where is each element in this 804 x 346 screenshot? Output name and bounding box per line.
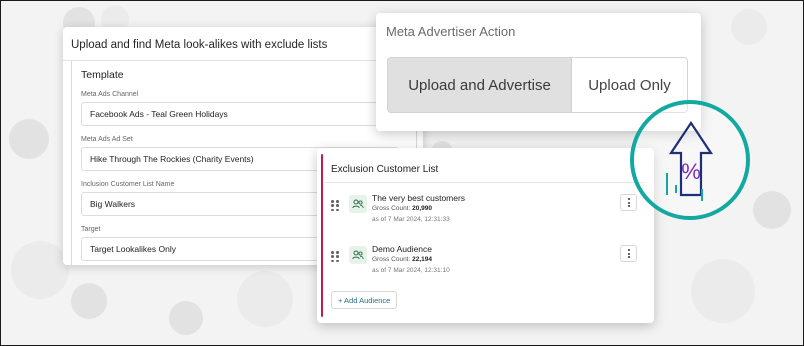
channel-label: Meta Ads Channel — [81, 91, 139, 98]
form-header: Upload and find Meta look-alikes with ex… — [63, 27, 423, 61]
divider — [325, 182, 646, 183]
audience-icon — [349, 246, 367, 264]
exclusion-title: Exclusion Customer List — [331, 164, 439, 175]
count-label: Gross Count: — [372, 205, 411, 212]
more-options-icon[interactable] — [620, 245, 637, 262]
add-audience-button[interactable]: + Add Audience — [331, 291, 398, 309]
background-dot — [169, 301, 203, 335]
channel-field[interactable]: Facebook Ads - Teal Green Holidays — [81, 102, 399, 126]
count-value: 22,194 — [412, 256, 432, 263]
audience-row: The very best customers Gross Count: 20,… — [331, 193, 637, 233]
accent-bar — [321, 154, 323, 317]
exclusion-list-card: Exclusion Customer List The very best cu… — [317, 148, 654, 323]
count-label: Gross Count: — [372, 256, 411, 263]
drag-handle-icon[interactable] — [331, 200, 339, 212]
background-dot — [71, 283, 107, 319]
drag-handle-icon[interactable] — [331, 251, 339, 263]
audience-date: as of 7 Mar 2024, 12:31:33 — [372, 216, 450, 223]
background-dot — [731, 9, 767, 45]
audience-date: as of 7 Mar 2024, 12:31:10 — [372, 267, 450, 274]
audience-count: Gross Count: 20,990 — [372, 205, 432, 212]
background-dot — [237, 271, 293, 327]
upload-and-advertise-button[interactable]: Upload and Advertise — [388, 58, 572, 112]
audience-row: Demo Audience Gross Count: 22,194 as of … — [331, 244, 637, 284]
upload-percent-icon: % — [627, 97, 753, 223]
audience-name: The very best customers — [372, 193, 466, 203]
background-dot — [9, 119, 49, 159]
template-title: Template — [81, 69, 124, 81]
audience-icon — [349, 195, 367, 213]
action-title: Meta Advertiser Action — [386, 24, 516, 39]
audience-count: Gross Count: 22,194 — [372, 256, 432, 263]
count-value: 20,990 — [412, 205, 432, 212]
background-dot — [691, 259, 755, 323]
background-dot — [753, 191, 791, 229]
audience-name: Demo Audience — [372, 244, 433, 254]
background-dot — [11, 241, 69, 299]
percent-symbol: % — [681, 159, 701, 184]
ad-set-label: Meta Ads Ad Set — [81, 136, 133, 143]
